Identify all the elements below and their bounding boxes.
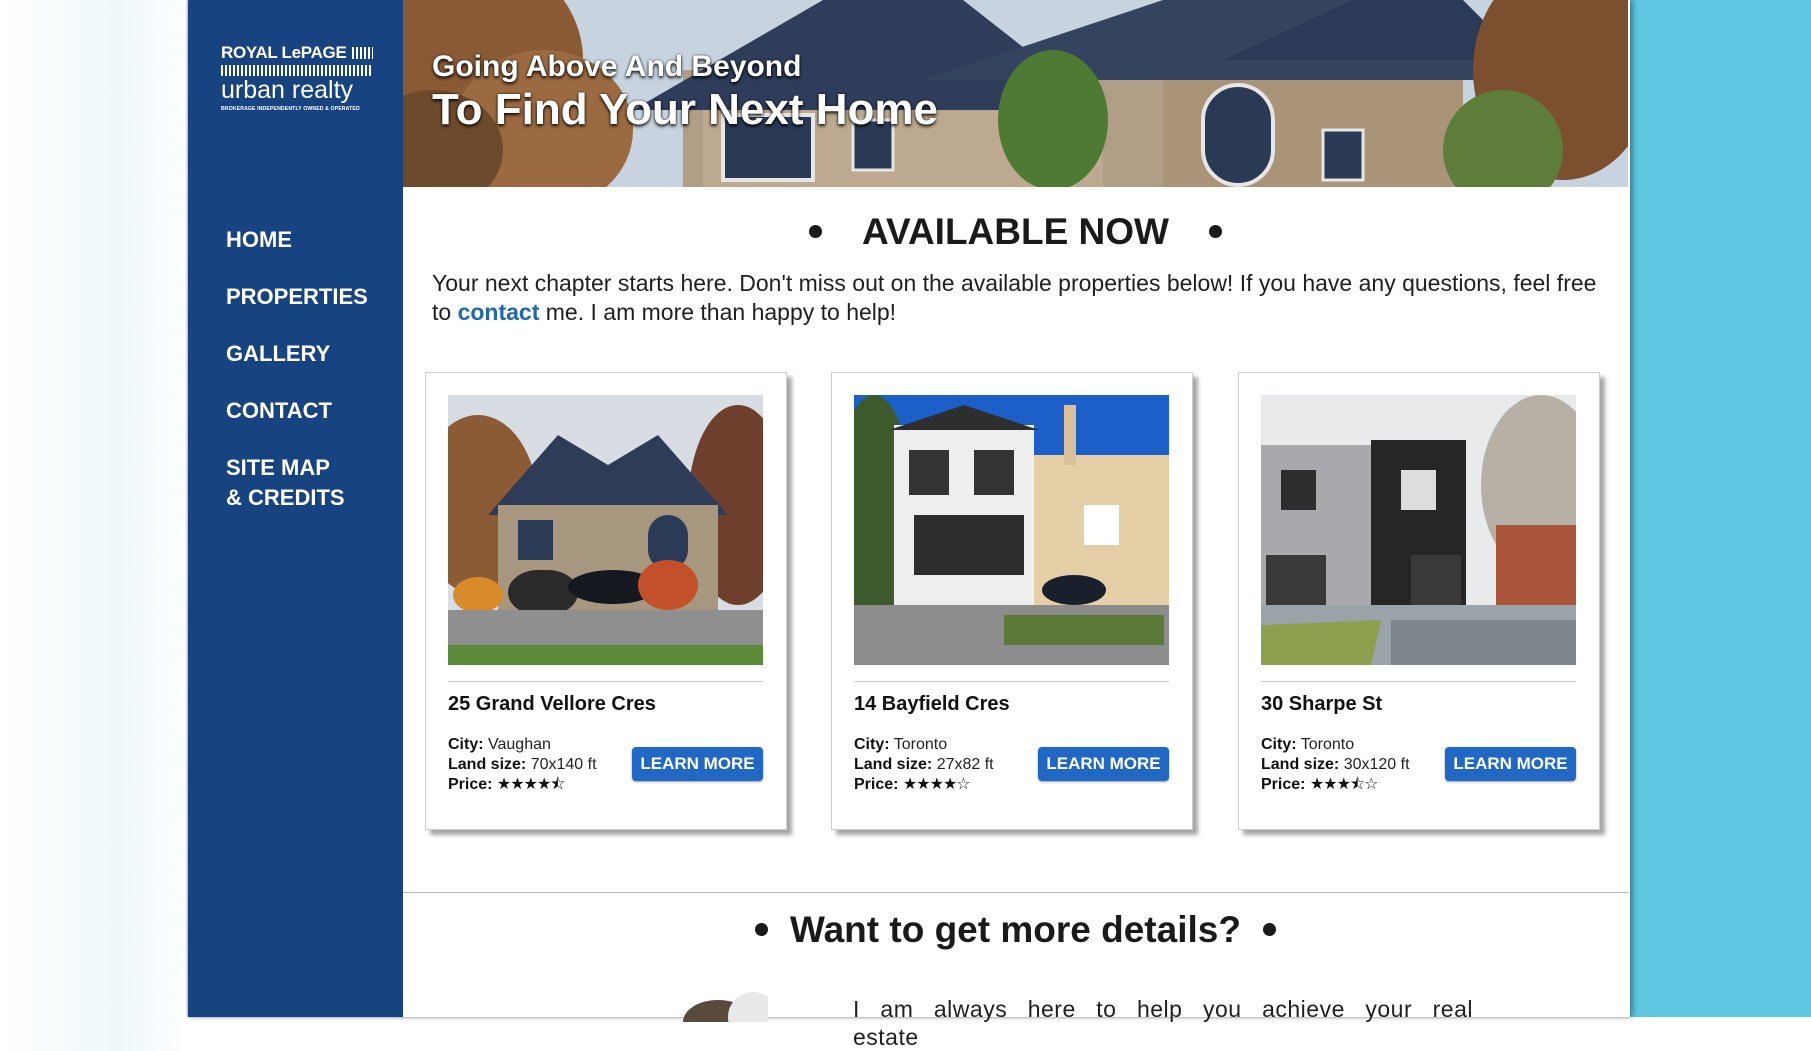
- main-nav: HOME PROPERTIES GALLERY CONTACT SITE MAP…: [226, 225, 368, 540]
- land-size-label: Land size:: [1261, 756, 1340, 773]
- property-card-3: 30 Sharpe St City: Toronto Land size: 30…: [1238, 372, 1600, 830]
- agent-portrait: [658, 982, 768, 1022]
- available-now-title: AVAILABLE NOW: [862, 211, 1169, 252]
- available-now-heading: AVAILABLE NOW: [403, 211, 1628, 253]
- property-card-1: 25 Grand Vellore Cres City: Vaughan Land…: [425, 372, 787, 830]
- property-details: City: Toronto Land size: 30x120 ft Price…: [1261, 735, 1410, 795]
- city-label: City:: [448, 736, 484, 753]
- more-details-title: Want to get more details?: [790, 909, 1241, 950]
- property-land-size: 30x120 ft: [1343, 756, 1410, 773]
- card-divider: [854, 681, 1169, 682]
- hero-headline: Going Above And Beyond To Find Your Next…: [432, 50, 938, 136]
- bullet-icon: [1208, 224, 1222, 238]
- price-stars-icon: ★★★★⯪: [496, 776, 566, 793]
- property-title: 14 Bayfield Cres: [854, 693, 1010, 715]
- city-label: City:: [1261, 736, 1297, 753]
- card-divider: [448, 681, 763, 682]
- city-label: City:: [854, 736, 890, 753]
- land-size-label: Land size:: [854, 756, 933, 773]
- hero-banner: Going Above And Beyond To Find Your Next…: [403, 0, 1628, 187]
- nav-home[interactable]: HOME: [226, 225, 368, 255]
- nav-site-map-credits[interactable]: SITE MAP & CREDITS: [226, 453, 368, 513]
- land-size-label: Land size:: [448, 756, 527, 773]
- hero-line-1: Going Above And Beyond: [432, 50, 802, 83]
- logo-urban-realty: urban realty: [221, 76, 354, 104]
- more-details-heading: Want to get more details?: [403, 909, 1628, 951]
- learn-more-button[interactable]: LEARN MORE: [1445, 747, 1576, 781]
- property-photo-3[interactable]: [1261, 395, 1576, 665]
- property-title: 25 Grand Vellore Cres: [448, 693, 656, 715]
- contact-link[interactable]: contact: [458, 299, 540, 325]
- hero-line-2: To Find Your Next Home: [432, 85, 939, 134]
- learn-more-button[interactable]: LEARN MORE: [1038, 747, 1169, 781]
- property-details: City: Toronto Land size: 27x82 ft Price:…: [854, 735, 994, 795]
- property-city: Toronto: [893, 736, 948, 753]
- learn-more-button[interactable]: LEARN MORE: [632, 747, 763, 781]
- intro-paragraph: Your next chapter starts here. Don't mis…: [432, 269, 1607, 327]
- property-city: Toronto: [1300, 736, 1355, 753]
- price-stars-icon: ★★★⯪☆: [1309, 776, 1379, 793]
- intro-text-after: me. I am more than happy to help!: [539, 299, 897, 325]
- logo-tagline: BROKERAGE INDEPENDENTLY OWNED & OPERATED: [221, 106, 360, 112]
- sidebar: ROYAL LePAGE urban realty BROKERAGE INDE…: [188, 0, 403, 1017]
- property-photo-2[interactable]: [854, 395, 1169, 665]
- property-details: City: Vaughan Land size: 70x140 ft Price…: [448, 735, 597, 795]
- nav-gallery[interactable]: GALLERY: [226, 339, 368, 369]
- bullet-icon: [755, 922, 769, 936]
- property-title: 30 Sharpe St: [1261, 693, 1383, 715]
- nav-properties[interactable]: PROPERTIES: [226, 282, 368, 312]
- logo-royal-lepage: ROYAL LePAGE: [221, 43, 347, 62]
- site-container: ROYAL LePAGE urban realty BROKERAGE INDE…: [188, 0, 1630, 1050]
- logo-bars-icon: [351, 47, 373, 59]
- bullet-icon: [809, 224, 823, 238]
- section-divider: [403, 892, 1628, 893]
- price-label: Price:: [854, 776, 899, 793]
- property-photo-1[interactable]: [448, 395, 763, 665]
- brand-logo[interactable]: ROYAL LePAGE urban realty BROKERAGE INDE…: [221, 43, 373, 112]
- price-label: Price:: [448, 776, 493, 793]
- price-label: Price:: [1261, 776, 1306, 793]
- property-card-2: 14 Bayfield Cres City: Toronto Land size…: [831, 372, 1193, 830]
- nav-contact[interactable]: CONTACT: [226, 396, 368, 426]
- page-background-right: [1630, 0, 1811, 1017]
- logo-bars-icon: [221, 65, 373, 76]
- bullet-icon: [1262, 922, 1276, 936]
- price-stars-icon: ★★★★☆: [902, 776, 971, 793]
- property-city: Vaughan: [488, 736, 551, 753]
- property-land-size: 70x140 ft: [530, 756, 597, 773]
- card-divider: [1261, 681, 1576, 682]
- property-land-size: 27x82 ft: [936, 756, 994, 773]
- more-details-text: I am always here to help you achieve you…: [853, 996, 1473, 1050]
